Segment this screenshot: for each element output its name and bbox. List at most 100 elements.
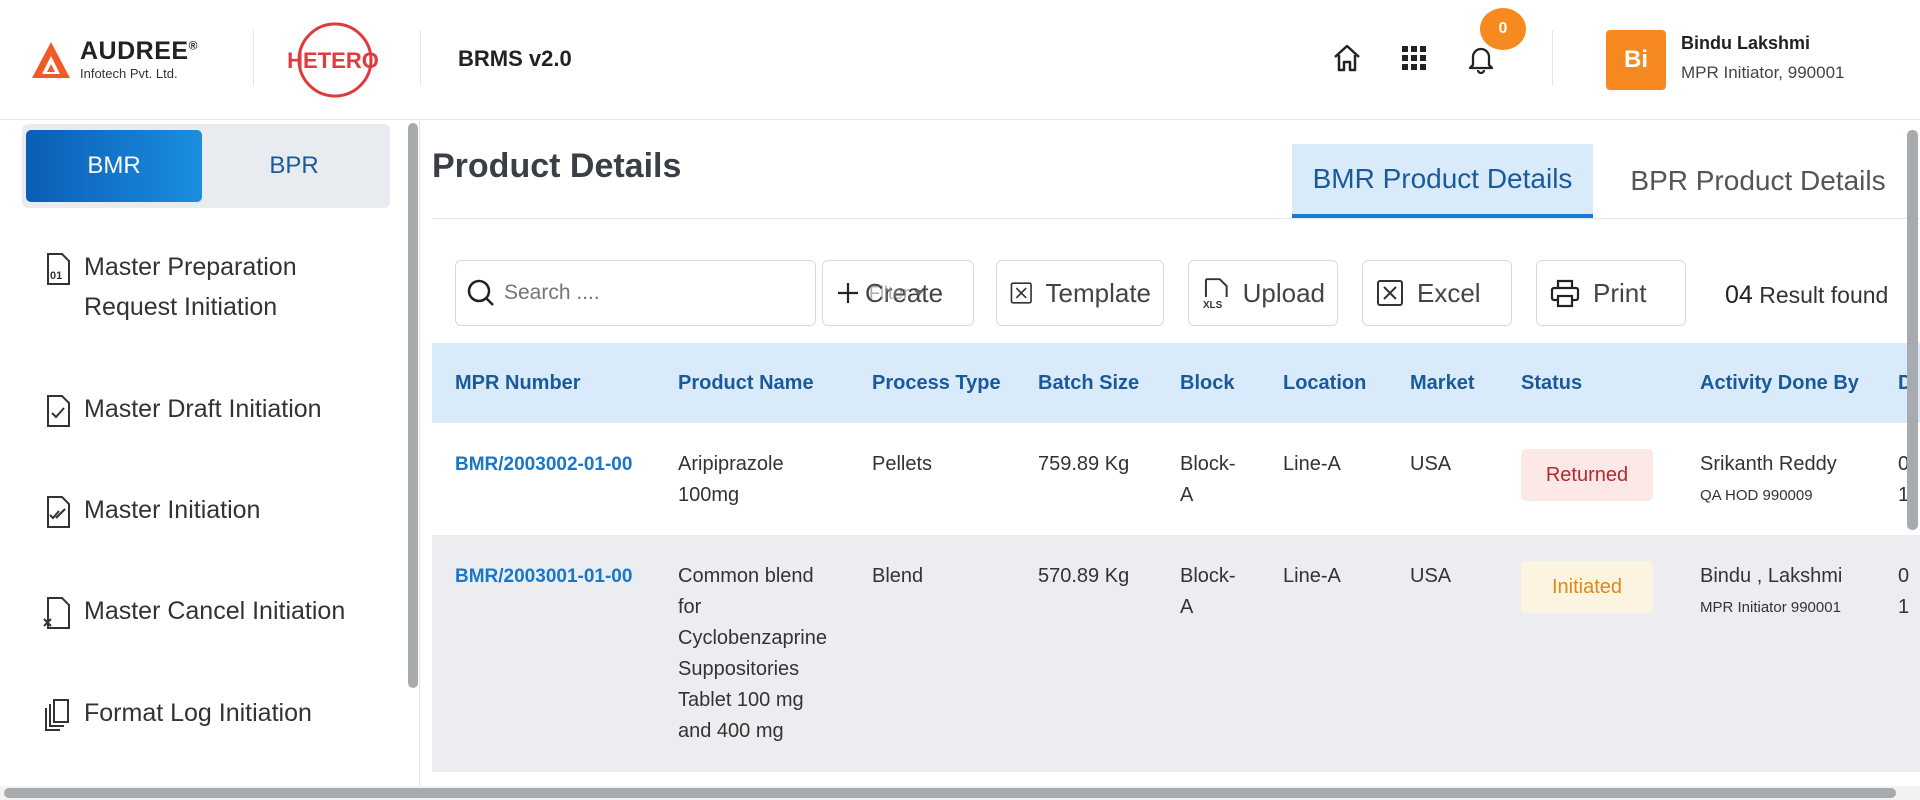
column-header-status[interactable]: Status	[1521, 343, 1582, 423]
copy-documents-icon	[45, 699, 69, 731]
block-cell: Block- A	[1180, 561, 1236, 623]
page-title: Product Details	[432, 147, 682, 185]
sidebar-item-master-draft-initiation[interactable]: Master Draft Initiation	[40, 389, 380, 429]
column-header-activity-done-by[interactable]: Activity Done By	[1700, 343, 1859, 423]
excel-button[interactable]: Excel	[1362, 260, 1512, 326]
horizontal-scrollbar[interactable]	[4, 788, 1896, 798]
market-cell: USA	[1410, 453, 1452, 475]
column-header-batch-size[interactable]: Batch Size	[1038, 343, 1139, 423]
activity-user-name: Bindu , Lakshmi	[1700, 565, 1843, 587]
process-type-cell: Blend	[872, 565, 924, 587]
batch-size-cell: 759.89 Kg	[1038, 453, 1130, 475]
mpr-number-link[interactable]: BMR/2003002-01-00	[455, 449, 632, 480]
main-vertical-scrollbar[interactable]	[1907, 130, 1918, 530]
document-check-icon	[47, 395, 70, 427]
column-header-product-name[interactable]: Product Name	[678, 343, 814, 423]
column-header-process-type[interactable]: Process Type	[872, 343, 1001, 423]
search-box	[455, 260, 816, 326]
tab-bmr-product-details[interactable]: BMR Product Details	[1292, 144, 1593, 218]
brand-name: AUDREE	[80, 36, 189, 65]
tabs-divider	[432, 218, 1920, 219]
product-name-line: 100mg	[678, 484, 740, 506]
bmr-toggle-button[interactable]: BMR	[26, 130, 202, 202]
column-header-location[interactable]: Location	[1283, 343, 1366, 423]
bpr-toggle-button[interactable]: BPR	[206, 130, 382, 202]
xls-file-icon: XLS	[1203, 278, 1228, 309]
sidebar-item-label: Format Log Initiation	[84, 699, 312, 727]
printer-icon	[1550, 279, 1580, 308]
header-divider	[1552, 30, 1553, 86]
create-filter-button[interactable]: Create Filter	[822, 260, 974, 326]
search-input[interactable]	[504, 281, 784, 305]
result-count: 04 Result found	[1725, 281, 1888, 310]
location-cell: Line-A	[1283, 565, 1341, 587]
svg-text:01: 01	[50, 270, 62, 282]
user-avatar[interactable]: Bi	[1606, 30, 1666, 90]
product-name-line: Common blend	[678, 565, 814, 587]
block-line: A	[1180, 596, 1194, 618]
chevron-down-icon	[914, 290, 925, 296]
home-button[interactable]	[1327, 38, 1367, 78]
product-name-line: Cyclobenzaprine	[678, 627, 827, 649]
template-button[interactable]: Template	[996, 260, 1164, 326]
sidebar-item-format-log-initiation[interactable]: Format Log Initiation	[40, 693, 380, 733]
product-name-line: Suppositories	[678, 658, 800, 680]
svg-text:XLS: XLS	[1203, 300, 1223, 309]
audree-logo: AUDREE® Infotech Pvt. Ltd.	[30, 38, 198, 80]
sidebar-item-label: Master Initiation	[84, 496, 261, 524]
filter-button-label: Filter	[869, 282, 910, 303]
table-row[interactable]: BMR/2003001-01-00 Common blend for Cyclo…	[432, 535, 1920, 772]
excel-button-label: Excel	[1417, 277, 1481, 308]
bmr-bpr-toggle: BMR BPR	[22, 124, 390, 208]
print-button-label: Print	[1593, 277, 1647, 308]
column-header-block[interactable]: Block	[1180, 343, 1234, 423]
mpr-number-link[interactable]: BMR/2003001-01-00	[455, 561, 632, 592]
upload-button[interactable]: XLS Upload	[1188, 260, 1338, 326]
apps-button[interactable]	[1394, 38, 1434, 78]
d-column-cell: 0 1	[1898, 561, 1909, 623]
column-header-market[interactable]: Market	[1410, 343, 1474, 423]
audree-logo-mark-icon	[32, 42, 70, 78]
status-badge: Initiated	[1521, 561, 1653, 613]
block-line: A	[1180, 484, 1194, 506]
excel-icon	[1377, 280, 1403, 306]
result-count-label: Result found	[1759, 282, 1889, 308]
top-header: AUDREE® Infotech Pvt. Ltd. HETERO BRMS v…	[0, 0, 1920, 120]
sidebar-item-label: Master Cancel Initiation	[84, 597, 346, 625]
column-header-mpr-number[interactable]: MPR Number	[455, 343, 581, 423]
sidebar-item-master-cancel-initiation[interactable]: Master Cancel Initiation	[40, 591, 380, 631]
plus-icon	[838, 283, 858, 303]
app-name: BRMS v2.0	[458, 46, 572, 71]
sidebar-item-label: Master Draft Initiation	[84, 395, 322, 423]
sidebar-scrollbar[interactable]	[408, 123, 418, 688]
header-divider	[253, 30, 254, 86]
activity-user-name: Srikanth Reddy	[1700, 453, 1837, 475]
product-name-cell: Common blend for Cyclobenzaprine Supposi…	[678, 561, 827, 747]
tab-bpr-product-details[interactable]: BPR Product Details	[1593, 144, 1920, 218]
table-row[interactable]: BMR/2003002-01-00 Aripiprazole 100mg Pel…	[432, 423, 1920, 535]
apps-grid-icon	[1402, 46, 1426, 70]
product-name-line: for	[678, 596, 702, 618]
upload-button-label: Upload	[1242, 277, 1325, 308]
main-content: Product Details BMR Product Details BPR …	[421, 121, 1920, 786]
batch-size-cell: 570.89 Kg	[1038, 565, 1130, 587]
status-badge: Returned	[1521, 449, 1653, 501]
location-cell: Line-A	[1283, 453, 1341, 475]
table-header: MPR Number Product Name Process Type Bat…	[432, 343, 1920, 423]
document-double-check-icon	[47, 496, 70, 528]
sidebar-item-master-initiation[interactable]: Master Initiation	[40, 490, 380, 530]
block-line: Block-	[1180, 565, 1236, 587]
sidebar-item-master-preparation-request-initiation[interactable]: 01 Master Preparation Request Initiation	[40, 247, 380, 327]
hetero-logo-text: HETERO	[287, 48, 379, 73]
user-role: MPR Initiator, 990001	[1681, 63, 1845, 82]
notification-count-badge: 0	[1480, 8, 1526, 50]
process-type-cell: Pellets	[872, 453, 933, 475]
home-icon	[1334, 44, 1360, 72]
document-cancel-icon	[43, 597, 70, 629]
brand-subtitle: Infotech Pvt. Ltd.	[80, 65, 178, 81]
market-cell: USA	[1410, 565, 1452, 587]
product-name-line: Tablet 100 mg	[678, 689, 804, 711]
brand-registered-mark: ®	[188, 38, 198, 53]
print-button[interactable]: Print	[1536, 260, 1686, 326]
search-icon	[467, 279, 494, 306]
